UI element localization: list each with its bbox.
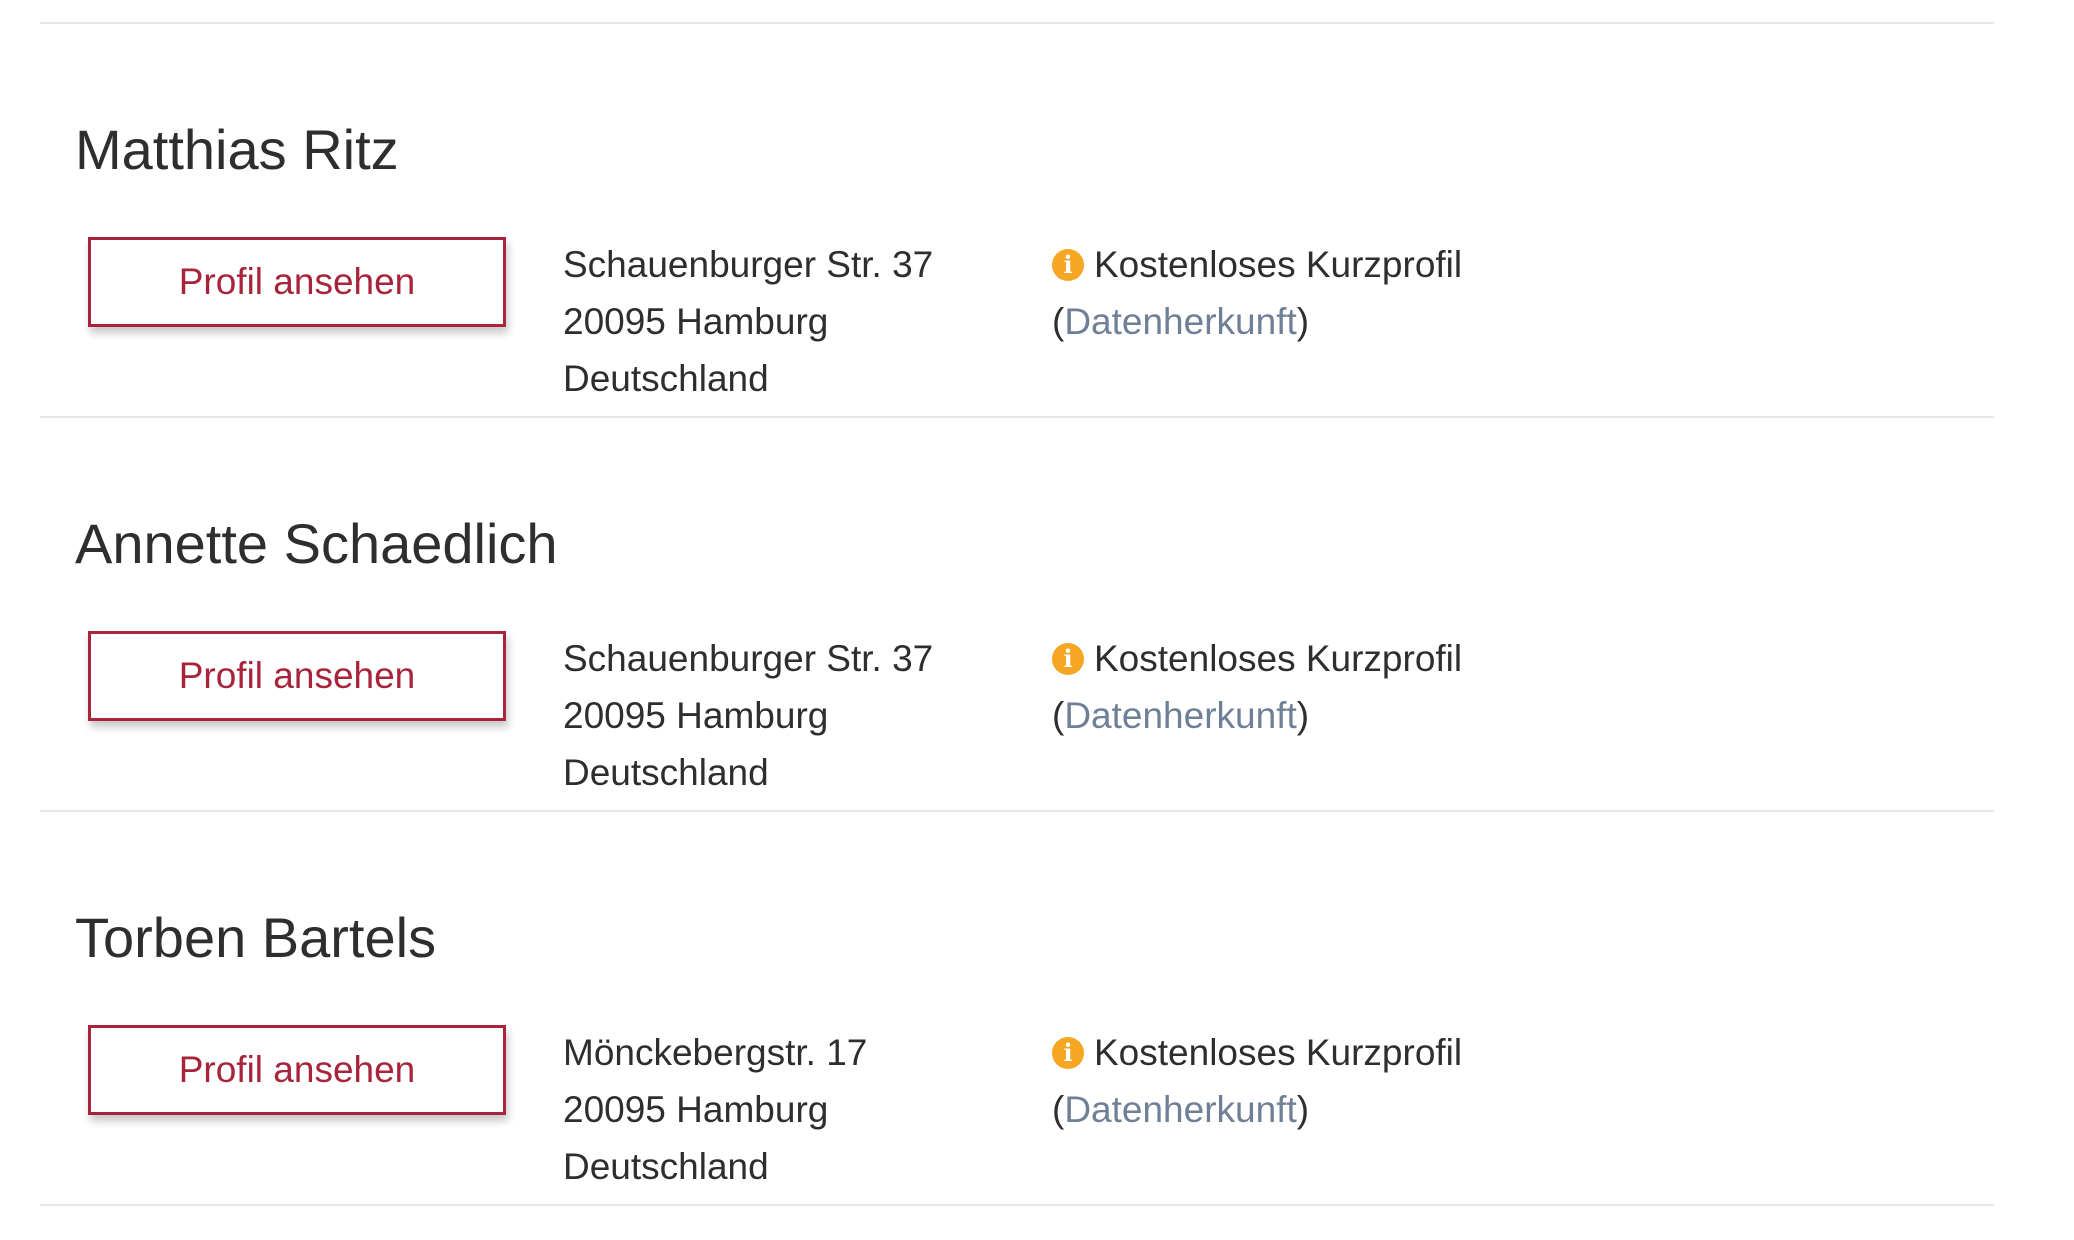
data-source-link[interactable]: Datenherkunft	[1064, 301, 1296, 342]
profile-info: i Kostenloses Kurzprofil (Datenherkunft)	[1052, 1024, 1462, 1138]
address-block: Schauenburger Str. 37 20095 Hamburg Deut…	[563, 236, 933, 407]
address-block: Mönckebergstr. 17 20095 Hamburg Deutschl…	[563, 1024, 867, 1195]
address-street: Schauenburger Str. 37	[563, 638, 934, 679]
view-profile-button[interactable]: Profil ansehen	[88, 1025, 506, 1115]
address-country: Deutschland	[563, 1146, 769, 1187]
paren-close: )	[1296, 301, 1310, 342]
person-name: Torben Bartels	[75, 906, 437, 969]
info-icon[interactable]: i	[1052, 642, 1084, 675]
person-entry: Annette Schaedlich Profil ansehen Schaue…	[0, 416, 2074, 810]
person-entry: Matthias Ritz Profil ansehen Schauenburg…	[0, 22, 2074, 416]
paren-close: )	[1296, 1089, 1310, 1130]
data-source-link[interactable]: Datenherkunft	[1064, 695, 1296, 736]
data-source-link[interactable]: Datenherkunft	[1064, 1089, 1296, 1130]
person-name: Annette Schaedlich	[75, 512, 558, 575]
view-profile-button[interactable]: Profil ansehen	[88, 237, 506, 327]
address-city: 20095 Hamburg	[563, 695, 829, 736]
person-entry: Torben Bartels Profil ansehen Mönckeberg…	[0, 810, 2074, 1204]
profile-info: i Kostenloses Kurzprofil (Datenherkunft)	[1052, 630, 1462, 744]
profile-type-label: Kostenloses Kurzprofil	[1094, 244, 1463, 285]
paren-open: (	[1052, 301, 1065, 342]
person-result-list: Matthias Ritz Profil ansehen Schauenburg…	[0, 0, 2074, 1240]
paren-open: (	[1052, 1089, 1065, 1130]
address-city: 20095 Hamburg	[563, 1089, 829, 1130]
paren-close: )	[1296, 695, 1310, 736]
view-profile-button[interactable]: Profil ansehen	[88, 631, 506, 721]
profile-type-label: Kostenloses Kurzprofil	[1094, 638, 1463, 679]
divider	[40, 1204, 1994, 1206]
info-icon[interactable]: i	[1052, 248, 1084, 281]
info-icon[interactable]: i	[1052, 1036, 1084, 1069]
address-city: 20095 Hamburg	[563, 301, 829, 342]
address-country: Deutschland	[563, 752, 769, 793]
address-country: Deutschland	[563, 358, 769, 399]
address-street: Schauenburger Str. 37	[563, 244, 934, 285]
profile-type-label: Kostenloses Kurzprofil	[1094, 1032, 1463, 1073]
paren-open: (	[1052, 695, 1065, 736]
person-name: Matthias Ritz	[75, 118, 399, 181]
profile-info: i Kostenloses Kurzprofil (Datenherkunft)	[1052, 236, 1462, 350]
address-street: Mönckebergstr. 17	[563, 1032, 868, 1073]
address-block: Schauenburger Str. 37 20095 Hamburg Deut…	[563, 630, 933, 801]
